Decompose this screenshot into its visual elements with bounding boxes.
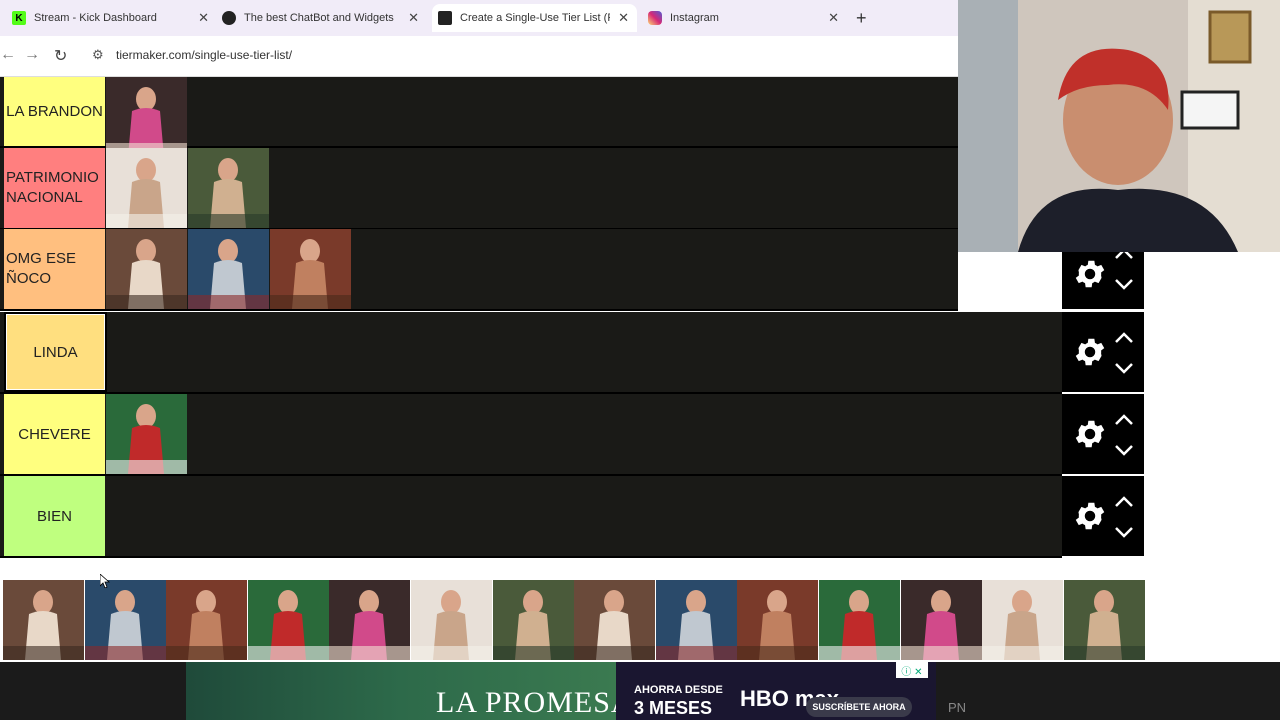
tier-row: PATRIMONIO NACIONAL <box>0 148 958 230</box>
pool-image[interactable] <box>982 580 1064 660</box>
image-pool <box>0 580 1145 661</box>
chevron-down-icon[interactable] <box>1114 526 1134 538</box>
tier-image[interactable] <box>106 229 187 309</box>
reload-icon[interactable]: ↻ <box>54 46 67 66</box>
gear-icon[interactable] <box>1072 416 1108 452</box>
chevron-down-icon[interactable] <box>1114 444 1134 456</box>
webcam-overlay <box>958 0 1280 252</box>
tab-chatbot[interactable]: The best ChatBot and Widgets ✕ <box>222 4 427 32</box>
tier-label[interactable]: OMG ESE ÑOCO <box>4 229 105 309</box>
gear-icon[interactable] <box>1072 498 1108 534</box>
tier-label[interactable]: LINDA <box>4 312 107 392</box>
pool-image[interactable] <box>166 580 248 660</box>
pool-image[interactable] <box>819 580 900 660</box>
tab-title: Instagram <box>670 12 719 24</box>
tab-instagram[interactable]: Instagram ✕ <box>642 4 847 32</box>
hbo-line1: AHORRA DESDE <box>634 684 723 696</box>
tab-title: Create a Single-Use Tier List (Pr <box>460 12 610 24</box>
tier-image[interactable] <box>106 148 187 228</box>
chevron-down-icon[interactable] <box>1114 362 1134 374</box>
tier-label[interactable]: LA BRANDON <box>4 77 105 146</box>
tier-image[interactable] <box>106 394 187 474</box>
tab-title: The best ChatBot and Widgets <box>244 12 394 24</box>
pool-image[interactable] <box>247 580 329 660</box>
site-settings-icon[interactable]: ⚙ <box>92 47 104 63</box>
pn-badge: PN <box>948 700 967 715</box>
tier-image[interactable] <box>188 148 269 228</box>
tier-label[interactable]: BIEN <box>4 476 105 556</box>
gear-icon[interactable] <box>1072 256 1108 292</box>
pool-image[interactable] <box>329 580 411 660</box>
forward-icon[interactable]: → <box>24 46 40 64</box>
tab-kick-dashboard[interactable]: K Stream - Kick Dashboard ✕ <box>12 4 217 32</box>
promesa-title: LA PROMESA <box>436 686 634 719</box>
ad-choices-icon[interactable]: ⓘ ✕ <box>896 662 928 678</box>
pool-image[interactable] <box>84 580 166 660</box>
tier-image[interactable] <box>270 229 351 309</box>
tier-controls <box>1062 248 1144 309</box>
tier-row: LA BRANDON <box>0 77 958 157</box>
kick-icon: K <box>12 11 26 25</box>
subscribe-button[interactable]: SUSCRÍBETE AHORA <box>806 697 912 717</box>
tiermaker-icon <box>438 11 452 25</box>
back-icon[interactable]: ← <box>0 46 16 64</box>
instagram-icon <box>648 11 662 25</box>
browser-tab-strip: K Stream - Kick Dashboard ✕ The best Cha… <box>0 0 958 36</box>
tab-title: Stream - Kick Dashboard <box>34 12 157 24</box>
url-text[interactable]: tiermaker.com/single-use-tier-list/ <box>116 48 292 62</box>
tier-image[interactable] <box>106 77 187 157</box>
new-tab-icon[interactable]: + <box>856 8 867 29</box>
mouse-cursor-icon <box>100 574 110 588</box>
close-icon[interactable]: ✕ <box>408 10 419 26</box>
pool-image[interactable] <box>411 580 492 660</box>
ad-banner[interactable]: LA PROMESA AHORRA DESDE 3 MESES HBO max … <box>0 662 1280 720</box>
pool-image[interactable] <box>900 580 982 660</box>
chevron-up-icon[interactable] <box>1114 332 1134 344</box>
tier-controls <box>1062 476 1144 556</box>
tier-row: OMG ESE ÑOCO <box>0 229 1144 311</box>
webcam-image <box>958 0 1280 252</box>
tier-row: BIEN <box>0 476 1144 558</box>
tier-row: LINDA <box>0 312 1144 394</box>
tier-controls <box>1062 312 1144 392</box>
close-icon[interactable]: ✕ <box>198 10 209 26</box>
close-icon[interactable]: ✕ <box>828 10 839 26</box>
tab-tiermaker[interactable]: Create a Single-Use Tier List (Pr ✕ <box>432 4 637 32</box>
tier-row: CHEVERE <box>0 394 1144 476</box>
tier-label[interactable]: PATRIMONIO NACIONAL <box>4 148 105 228</box>
pool-image[interactable] <box>574 580 656 660</box>
chevron-up-icon[interactable] <box>1114 496 1134 508</box>
pool-image[interactable] <box>492 580 574 660</box>
chevron-up-icon[interactable] <box>1114 414 1134 426</box>
tier-controls <box>1062 394 1144 474</box>
tier-label[interactable]: CHEVERE <box>4 394 105 474</box>
tier-image[interactable] <box>188 229 269 309</box>
pool-image[interactable] <box>3 580 84 660</box>
chevron-down-icon[interactable] <box>1114 278 1134 290</box>
botrix-icon <box>222 11 236 25</box>
pool-image[interactable] <box>1063 580 1145 660</box>
pool-image[interactable] <box>737 580 819 660</box>
hbo-line2: 3 MESES <box>634 698 713 718</box>
close-icon[interactable]: ✕ <box>618 10 629 26</box>
pool-image[interactable] <box>655 580 737 660</box>
gear-icon[interactable] <box>1072 334 1108 370</box>
address-bar: ← → ↻ ⚙ tiermaker.com/single-use-tier-li… <box>0 36 958 77</box>
